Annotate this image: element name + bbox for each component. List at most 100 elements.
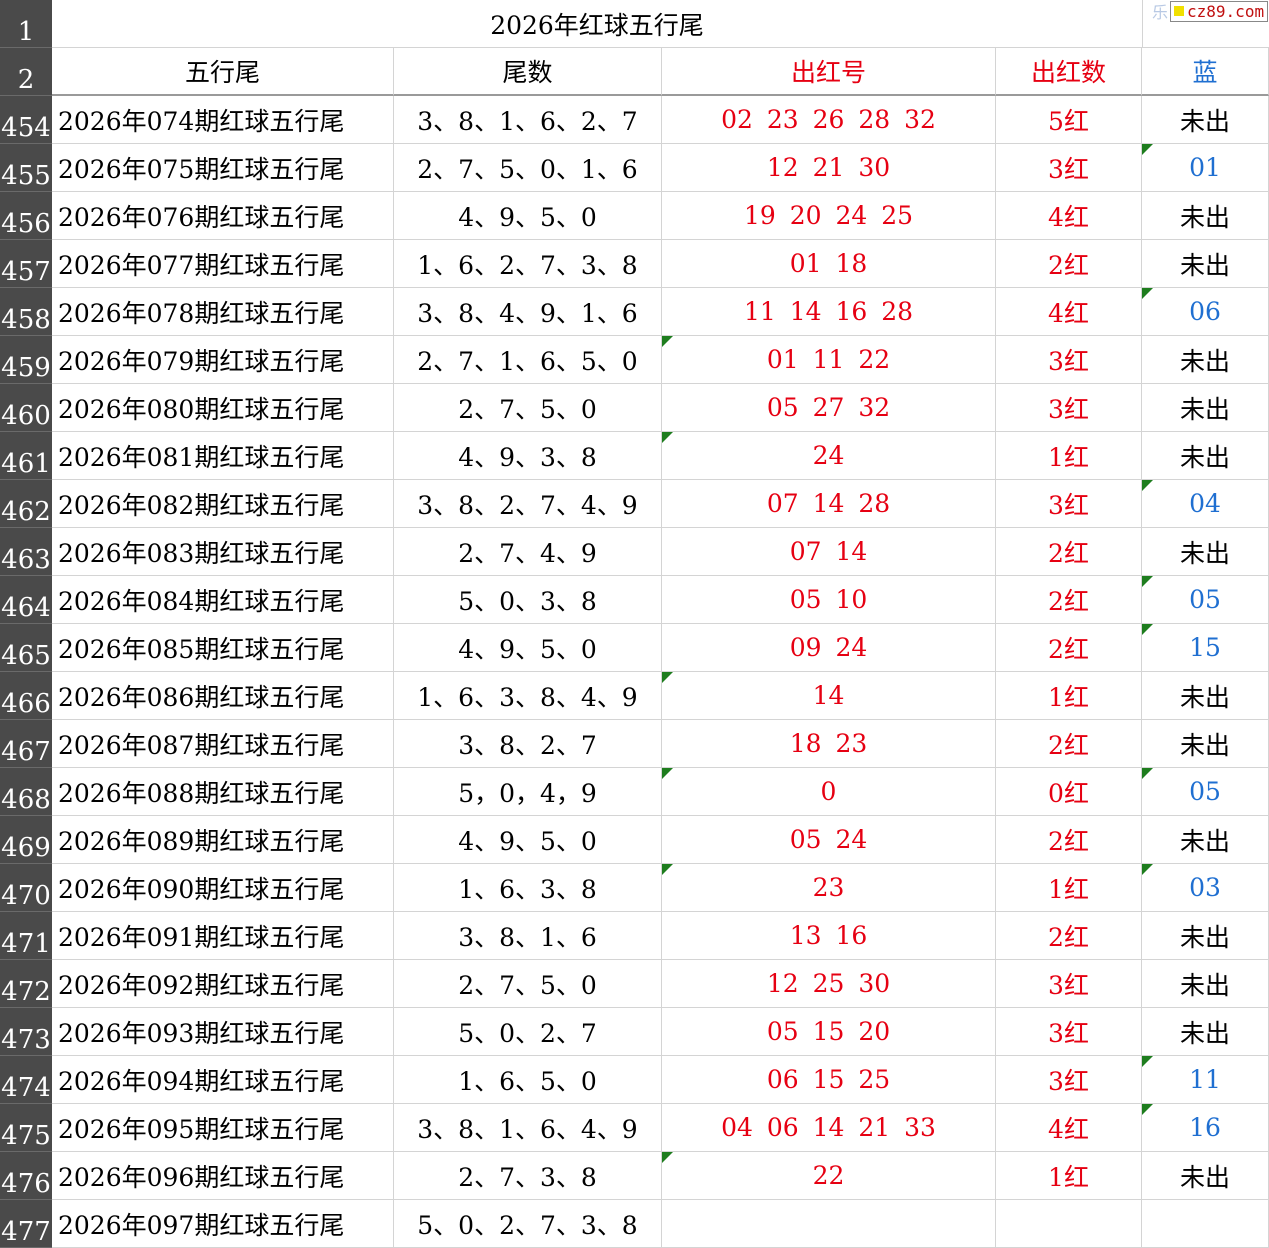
cell-red-count[interactable]: 2红 xyxy=(996,624,1142,672)
cell-red-numbers[interactable]: 05 27 32 xyxy=(662,384,996,432)
cell-red-count[interactable]: 5红 xyxy=(996,96,1142,144)
row-number[interactable]: 469 xyxy=(0,816,52,864)
row-number[interactable]: 471 xyxy=(0,912,52,960)
row-number[interactable]: 459 xyxy=(0,336,52,384)
cell-red-count[interactable]: 3红 xyxy=(996,336,1142,384)
cell-blue[interactable]: 未出 xyxy=(1142,528,1269,576)
row-number[interactable]: 466 xyxy=(0,672,52,720)
cell-blue[interactable]: 05 xyxy=(1142,768,1269,816)
cell-tails[interactable]: 3、8、2、7、4、9 xyxy=(394,480,662,528)
cell-period-name[interactable]: 2026年080期红球五行尾 xyxy=(52,384,394,432)
cell-red-count[interactable]: 0红 xyxy=(996,768,1142,816)
cell-period-name[interactable]: 2026年088期红球五行尾 xyxy=(52,768,394,816)
cell-red-count[interactable]: 1红 xyxy=(996,672,1142,720)
cell-tails[interactable]: 1、6、3、8 xyxy=(394,864,662,912)
cell-red-numbers[interactable]: 0 xyxy=(662,768,996,816)
cell-tails[interactable]: 2、7、5、0、1、6 xyxy=(394,144,662,192)
cell-blue[interactable]: 05 xyxy=(1142,576,1269,624)
row-number[interactable]: 461 xyxy=(0,432,52,480)
header-count[interactable]: 出红数 xyxy=(996,48,1142,96)
cell-period-name[interactable]: 2026年090期红球五行尾 xyxy=(52,864,394,912)
cell-period-name[interactable]: 2026年095期红球五行尾 xyxy=(52,1104,394,1152)
cell-red-count[interactable]: 1红 xyxy=(996,864,1142,912)
cell-blue[interactable]: 16 xyxy=(1142,1104,1269,1152)
cell-tails[interactable]: 3、8、1、6、2、7 xyxy=(394,96,662,144)
cell-red-numbers[interactable]: 19 20 24 25 xyxy=(662,192,996,240)
cell-blue[interactable]: 未出 xyxy=(1142,96,1269,144)
cell-tails[interactable]: 1、6、3、8、4、9 xyxy=(394,672,662,720)
cell-tails[interactable]: 3、8、1、6 xyxy=(394,912,662,960)
header-tails[interactable]: 尾数 xyxy=(394,48,662,96)
cell-blue[interactable]: 未出 xyxy=(1142,240,1269,288)
cell-period-name[interactable]: 2026年082期红球五行尾 xyxy=(52,480,394,528)
cell-red-numbers[interactable]: 12 25 30 xyxy=(662,960,996,1008)
cell-red-numbers[interactable]: 06 15 25 xyxy=(662,1056,996,1104)
cell-red-numbers[interactable]: 09 24 xyxy=(662,624,996,672)
cell-red-count[interactable]: 4红 xyxy=(996,288,1142,336)
cell-red-numbers[interactable]: 04 06 14 21 33 xyxy=(662,1104,996,1152)
cell-red-numbers[interactable]: 18 23 xyxy=(662,720,996,768)
cell-red-count[interactable]: 2红 xyxy=(996,576,1142,624)
cell-blue[interactable]: 未出 xyxy=(1142,912,1269,960)
cell-tails[interactable]: 5、0、3、8 xyxy=(394,576,662,624)
cell-tails[interactable]: 2、7、1、6、5、0 xyxy=(394,336,662,384)
row-number[interactable]: 475 xyxy=(0,1104,52,1152)
cell-blue[interactable]: 未出 xyxy=(1142,432,1269,480)
cell-period-name[interactable]: 2026年093期红球五行尾 xyxy=(52,1008,394,1056)
cell-blue[interactable]: 11 xyxy=(1142,1056,1269,1104)
cell-blue[interactable]: 未出 xyxy=(1142,1008,1269,1056)
cell-period-name[interactable]: 2026年084期红球五行尾 xyxy=(52,576,394,624)
cell-blue[interactable]: 未出 xyxy=(1142,384,1269,432)
cell-period-name[interactable]: 2026年094期红球五行尾 xyxy=(52,1056,394,1104)
row-number[interactable]: 477 xyxy=(0,1200,52,1248)
cell-period-name[interactable]: 2026年076期红球五行尾 xyxy=(52,192,394,240)
cell-period-name[interactable]: 2026年091期红球五行尾 xyxy=(52,912,394,960)
cell-red-numbers[interactable] xyxy=(662,1200,996,1248)
cell-red-numbers[interactable]: 14 xyxy=(662,672,996,720)
cell-red-numbers[interactable]: 07 14 28 xyxy=(662,480,996,528)
cell-tails[interactable]: 3、8、2、7 xyxy=(394,720,662,768)
cell-red-numbers[interactable]: 23 xyxy=(662,864,996,912)
row-number[interactable]: 2 xyxy=(0,48,52,96)
cell-blue[interactable]: 未出 xyxy=(1142,336,1269,384)
cell-tails[interactable]: 5、0、2、7、3、8 xyxy=(394,1200,662,1248)
cell-red-numbers[interactable]: 02 23 26 28 32 xyxy=(662,96,996,144)
cell-blue[interactable]: 未出 xyxy=(1142,720,1269,768)
cell-period-name[interactable]: 2026年074期红球五行尾 xyxy=(52,96,394,144)
cell-tails[interactable]: 3、8、4、9、1、6 xyxy=(394,288,662,336)
row-number[interactable]: 457 xyxy=(0,240,52,288)
cell-red-count[interactable]: 3红 xyxy=(996,144,1142,192)
cell-red-numbers[interactable]: 22 xyxy=(662,1152,996,1200)
row-number[interactable]: 474 xyxy=(0,1056,52,1104)
cell-tails[interactable]: 1、6、2、7、3、8 xyxy=(394,240,662,288)
cell-blue[interactable]: 未出 xyxy=(1142,192,1269,240)
cell-red-count[interactable]: 2红 xyxy=(996,528,1142,576)
cell-red-numbers[interactable]: 05 15 20 xyxy=(662,1008,996,1056)
cell-red-numbers[interactable]: 24 xyxy=(662,432,996,480)
cell-tails[interactable]: 4、9、3、8 xyxy=(394,432,662,480)
cell-period-name[interactable]: 2026年089期红球五行尾 xyxy=(52,816,394,864)
sheet-title[interactable]: 2026年红球五行尾 xyxy=(52,0,1142,48)
cell-blue[interactable]: 15 xyxy=(1142,624,1269,672)
cell-blue[interactable]: 未出 xyxy=(1142,1152,1269,1200)
row-number[interactable]: 468 xyxy=(0,768,52,816)
header-name[interactable]: 五行尾 xyxy=(52,48,394,96)
cell-red-numbers[interactable]: 07 14 xyxy=(662,528,996,576)
cell-red-count[interactable]: 2红 xyxy=(996,816,1142,864)
cell-red-count[interactable]: 3红 xyxy=(996,960,1142,1008)
cell-tails[interactable]: 2、7、5、0 xyxy=(394,960,662,1008)
cell-tails[interactable]: 1、6、5、0 xyxy=(394,1056,662,1104)
cell-tails[interactable]: 5、0、2、7 xyxy=(394,1008,662,1056)
cell-tails[interactable]: 2、7、5、0 xyxy=(394,384,662,432)
cell-tails[interactable]: 5，0，4，9 xyxy=(394,768,662,816)
cell-tails[interactable]: 4、9、5、0 xyxy=(394,624,662,672)
row-number[interactable]: 458 xyxy=(0,288,52,336)
row-number[interactable]: 472 xyxy=(0,960,52,1008)
cell-blue[interactable]: 未出 xyxy=(1142,816,1269,864)
cell-period-name[interactable]: 2026年081期红球五行尾 xyxy=(52,432,394,480)
cell-red-count[interactable]: 4红 xyxy=(996,192,1142,240)
cell-blue[interactable]: 未出 xyxy=(1142,672,1269,720)
cell-red-count[interactable]: 3红 xyxy=(996,1008,1142,1056)
row-number[interactable]: 470 xyxy=(0,864,52,912)
cell-red-count[interactable] xyxy=(996,1200,1142,1248)
